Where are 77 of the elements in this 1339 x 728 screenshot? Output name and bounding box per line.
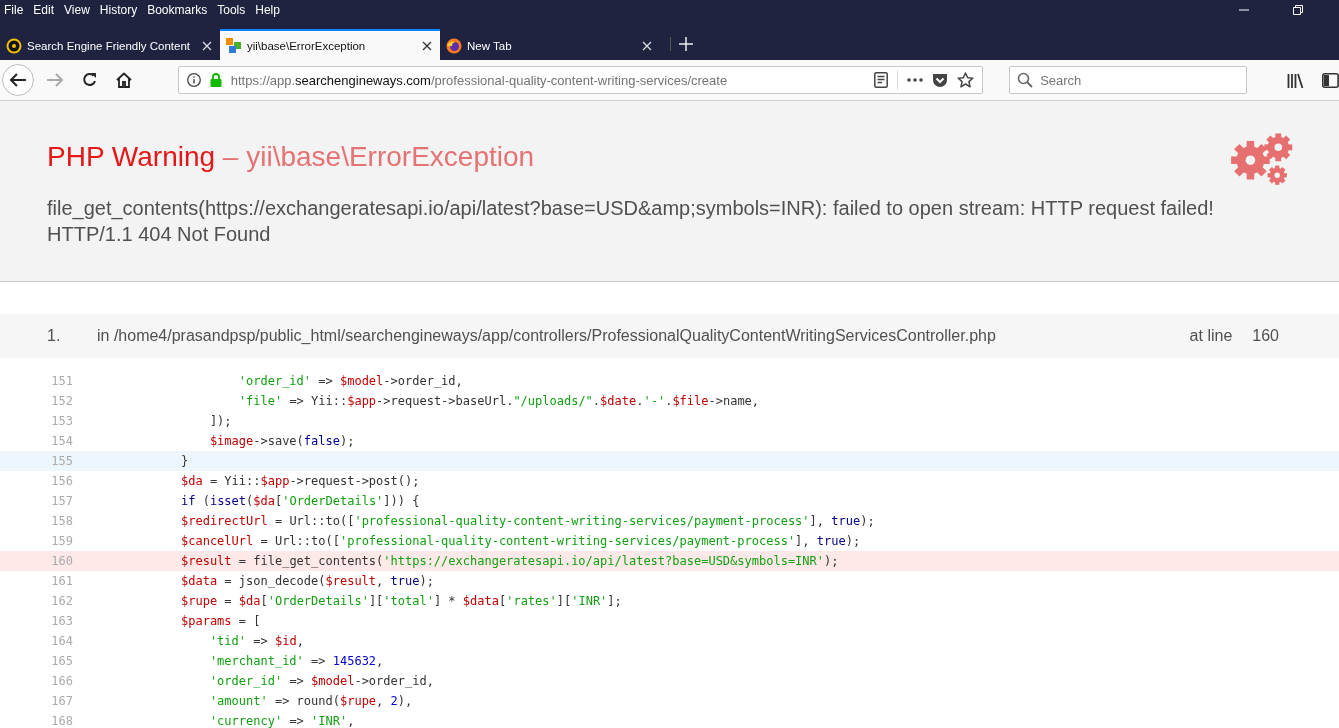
restore-icon[interactable] [1293,5,1303,15]
code-line: $image->save(false); [208,434,355,448]
menu-item[interactable]: History [99,3,138,17]
fox-globe-icon [446,37,462,54]
code-line: $params = [ [181,614,261,628]
line-number: 152 [50,394,73,408]
library-icon[interactable] [1287,72,1305,88]
search-field[interactable]: Search [1009,66,1248,94]
line-number: 158 [50,514,73,528]
code-line: $result = file_get_contents('https://exchangeratesapi.io/api/latest?base=USD&symbols=INR'); [181,554,839,568]
line-number: 153 [50,414,73,428]
code-line: } [181,454,189,468]
code-line: 'merchant_id' => 145632, [208,654,384,668]
code-line: 'order_id' => $model->order_id, [208,674,434,688]
close-icon[interactable] [422,40,432,51]
line-number: 155 [50,454,73,468]
tab-title: New Tab [467,39,512,52]
line-number: 164 [50,634,73,648]
code-line: $da = Yii::$app->request->post(); [181,474,420,488]
back-icon[interactable] [2,64,34,96]
menu-item[interactable]: Bookmarks [147,3,208,17]
browser-tab[interactable]: Search Engine Friendly Content [0,29,220,60]
info-icon[interactable] [186,73,201,87]
menu-item[interactable]: View [64,3,90,17]
line-number: 163 [50,614,73,628]
browser-tab[interactable]: yii\base\ErrorException [220,29,440,60]
reader-view-icon[interactable] [874,72,889,88]
code-line: 'order_id' => $model->order_id, [237,374,463,388]
url-text: https://app.searchengineways.com/professional-quality-content-writing-services/create [230,72,729,88]
tab-title: Search Engine Friendly Content [27,39,190,52]
error-message: file_get_contents(https://exchangeratesapi.io/api/latest?base=USD&amp;symbols=INR): failed to open stream: HTTP request failed! HTTP/1.1 404 Not Found [47,196,1215,247]
badge-icon [6,37,22,54]
code-line: 'amount' => round($rupe, 2), [208,694,413,708]
home-icon[interactable] [115,72,132,88]
line-number: 161 [50,574,73,588]
line-number: 160 [50,554,73,568]
line-number: 154 [50,434,73,448]
code-line: $redirectUrl = Url::to(['professional-quality-content-writing-services/payment-process'], true); [181,514,875,528]
line-number: 157 [50,494,73,508]
browser-tab[interactable]: New Tab [440,29,660,60]
code-line: $data = json_decode($result, true); [181,574,434,588]
code-line: 'currency' => 'INR', [208,714,355,728]
line-number: 168 [50,714,73,728]
padlock-icon[interactable] [209,73,222,87]
line-number: 156 [50,474,73,488]
menu-item[interactable]: Edit [33,3,55,17]
search-icon [1017,72,1034,88]
squares-icon [226,37,242,54]
call-stack-row[interactable]: 1. in /home4/prasandpsp/public_html/searchengineways/app/controllers/ProfessionalQualityContentWritingServicesController.php at line 160 [0,314,1339,358]
line-number: 151 [50,374,73,388]
menu-item[interactable]: File [4,3,24,17]
pocket-icon[interactable] [932,72,949,88]
line-number: 159 [50,534,73,548]
menu-item[interactable]: Help [255,3,280,17]
sidebar-icon[interactable] [1322,72,1339,88]
reload-icon[interactable] [81,72,98,88]
line-number: 165 [50,654,73,668]
code-line: $rupe = $da['OrderDetails']['total'] * $data['rates']['INR']; [181,594,622,608]
line-number: 162 [50,594,73,608]
line-label: at line [1189,327,1233,345]
code-line: if (isset($da['OrderDetails'])) { [181,494,420,508]
line-number: 167 [50,694,73,708]
plus-icon[interactable] [670,37,693,51]
tab-title: yii\base\ErrorException [247,39,366,52]
error-title: PHP Warning – yii\base\ErrorException [47,141,536,173]
line-number: 166 [50,674,73,688]
file-path: in /home4/prasandpsp/public_html/searchengineways/app/controllers/ProfessionalQualityContentWritingServicesController.php [97,327,997,345]
stack-index: 1. [47,327,62,345]
line-number: 160 [1252,327,1279,345]
address-bar[interactable]: https://app.searchengineways.com/professional-quality-content-writing-services/create [177,66,984,94]
star-icon[interactable] [957,72,975,88]
code-line: 'tid' => $id, [208,634,304,648]
menu-item[interactable]: Tools [217,3,246,17]
code-line: 'file' => Yii::$app->request->baseUrl."/uploads/".$date.'-'.$file->name, [237,394,760,408]
code-line: $cancelUrl = Url::to(['professional-quality-content-writing-services/payment-process'], true); [181,534,861,548]
more-icon[interactable] [907,78,924,82]
code-line: ]); [208,414,232,428]
